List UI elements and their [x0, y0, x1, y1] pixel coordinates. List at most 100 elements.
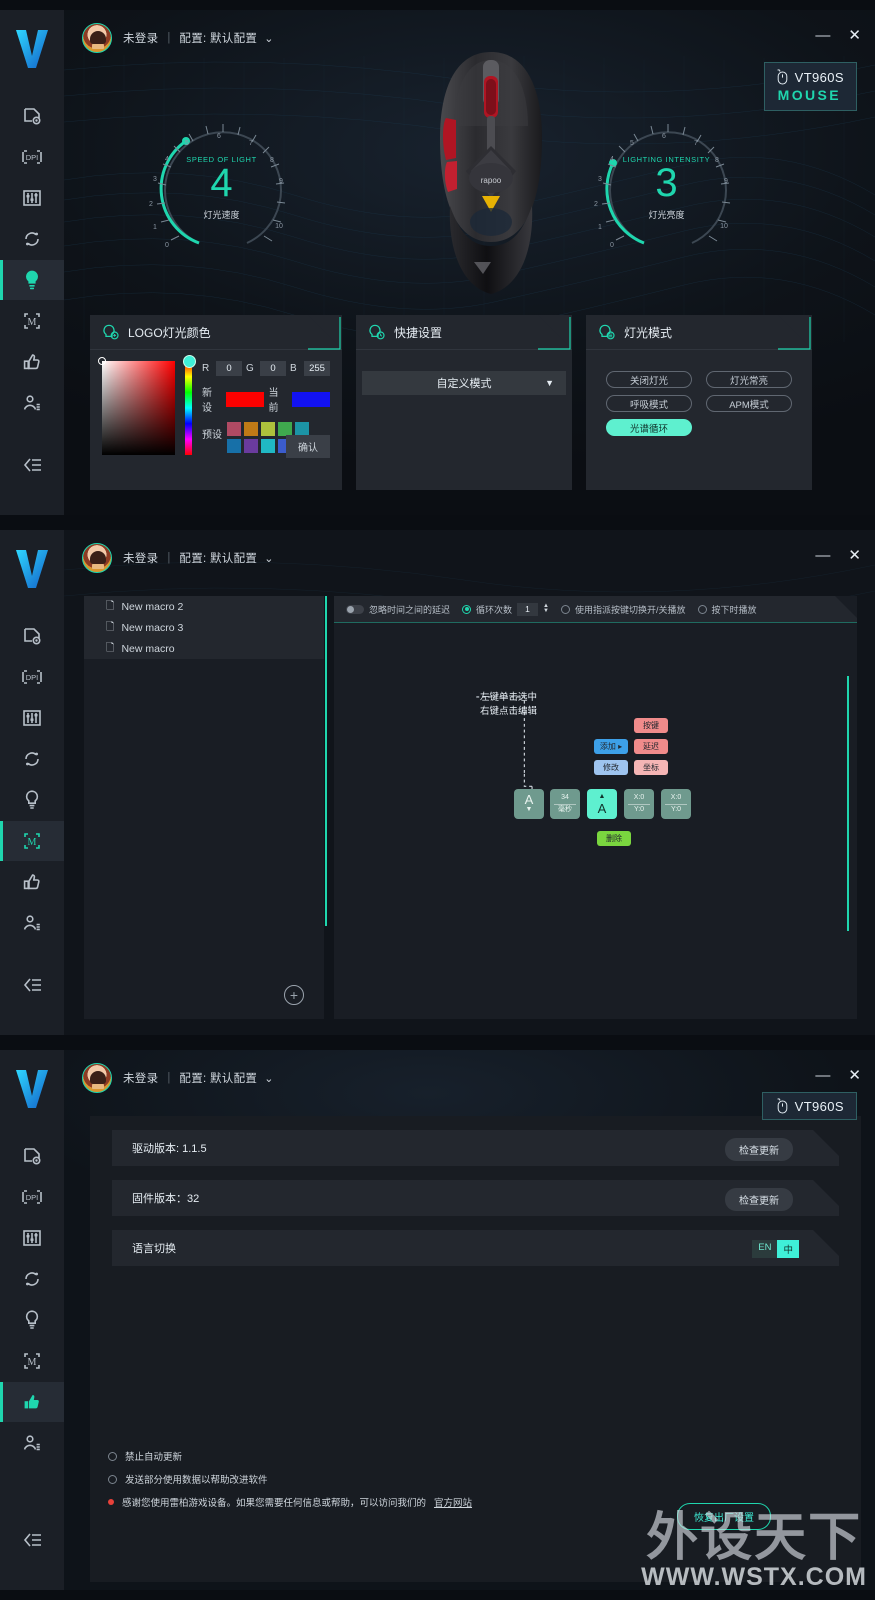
sidebar-item-mouse-settings[interactable]: [0, 96, 64, 136]
avatar[interactable]: [82, 543, 112, 573]
confirm-button[interactable]: 确认: [286, 435, 330, 458]
preset-swatch-7[interactable]: [261, 439, 275, 453]
restore-factory-settings-button[interactable]: 恢复出厂设置: [677, 1503, 771, 1530]
macro-list-item[interactable]: 🗋 New macro 3: [84, 617, 324, 638]
avatar[interactable]: [82, 1063, 112, 1093]
r-input[interactable]: 0: [216, 361, 242, 376]
language-en-button[interactable]: EN: [752, 1240, 777, 1258]
dial-speed-of-light[interactable]: 012 345 678 9 10 SPEED OF LIGHT 4 灯光速度: [139, 105, 304, 250]
language-cn-button[interactable]: 中: [777, 1240, 799, 1258]
sidebar-item-macro[interactable]: M: [0, 301, 64, 341]
sidebar-item-support[interactable]: [0, 1382, 64, 1422]
sidebar-item-profile[interactable]: [0, 1423, 64, 1463]
sidebar-item-collapse[interactable]: [0, 1520, 64, 1560]
edit-menu-item[interactable]: 修改: [594, 760, 628, 775]
sidebar-item-performance[interactable]: [0, 698, 64, 738]
add-macro-button[interactable]: +: [284, 985, 304, 1005]
sidebar-item-profile[interactable]: [0, 383, 64, 423]
coord1-x: X:0: [633, 793, 645, 801]
minimize-button[interactable]: —: [815, 1068, 830, 1083]
avatar[interactable]: [82, 23, 112, 53]
preset-swatch-3[interactable]: [278, 422, 292, 436]
delete-menu-item[interactable]: 删除: [597, 831, 631, 846]
light-mode-button-0[interactable]: 关闭灯光: [606, 371, 692, 388]
sidebar-item-macro[interactable]: M: [0, 1341, 64, 1381]
hue-handle[interactable]: [183, 355, 197, 368]
light-mode-button-2[interactable]: 呼吸模式: [606, 395, 692, 412]
chevron-down-icon[interactable]: ⌄: [264, 32, 273, 45]
dial-lighting-intensity[interactable]: 012 345 678 9 10 LIGHTING INTENSITY 3 灯光亮…: [584, 105, 749, 250]
close-button[interactable]: ✕: [848, 1068, 861, 1083]
sidebar-item-dpi[interactable]: DPI: [0, 137, 64, 177]
preset-swatch-6[interactable]: [244, 439, 258, 453]
hue-slider[interactable]: [183, 355, 197, 455]
close-button[interactable]: ✕: [848, 548, 861, 563]
sidebar-item-polling-rate[interactable]: [0, 219, 64, 259]
send-usage-data-radio[interactable]: [108, 1474, 117, 1484]
preset-swatch-0[interactable]: [227, 422, 241, 436]
sidebar-item-lighting[interactable]: [0, 780, 64, 820]
delay-menu-item[interactable]: 延迟: [634, 739, 668, 754]
minimize-button[interactable]: —: [815, 548, 830, 563]
preset-swatch-1[interactable]: [244, 422, 258, 436]
key-down-tile[interactable]: A ▼: [514, 789, 544, 819]
key-up-tile[interactable]: ▲ A: [587, 789, 617, 819]
sidebar-item-performance[interactable]: [0, 1218, 64, 1258]
profile-label[interactable]: 配置: 默认配置: [179, 1070, 257, 1086]
sidebar-item-support[interactable]: [0, 862, 64, 902]
device-badge[interactable]: VT960S: [761, 1092, 857, 1120]
sidebar-item-mouse-settings[interactable]: [0, 1136, 64, 1176]
preset-swatch-5[interactable]: [227, 439, 241, 453]
sidebar-item-macro[interactable]: M: [0, 821, 64, 861]
sidebar-item-performance[interactable]: [0, 178, 64, 218]
light-mode-button-1[interactable]: 灯光常亮: [706, 371, 792, 388]
add-menu-item[interactable]: 添加 ▸: [594, 739, 628, 754]
sidebar-item-lighting[interactable]: [0, 1300, 64, 1340]
sidebar-item-mouse-settings[interactable]: [0, 616, 64, 656]
sidebar-item-lighting[interactable]: [0, 260, 64, 300]
delay-tile[interactable]: 34 毫秒: [550, 789, 580, 819]
quick-mode-select[interactable]: 自定义模式 ▼: [362, 371, 566, 395]
g-input[interactable]: 0: [260, 361, 286, 376]
disable-auto-update-option[interactable]: 禁止自动更新: [108, 1449, 472, 1463]
driver-check-update-button[interactable]: 检查更新: [725, 1138, 793, 1161]
key-menu-item[interactable]: 按键: [634, 718, 668, 733]
minimize-button[interactable]: —: [815, 28, 830, 43]
sidebar-item-polling-rate[interactable]: [0, 739, 64, 779]
profile-label[interactable]: 配置: 默认配置: [179, 30, 257, 46]
sidebar-item-polling-rate[interactable]: [0, 1259, 64, 1299]
sidebar-item-profile[interactable]: [0, 903, 64, 943]
macro-list-item[interactable]: 🗋 New macro: [84, 638, 324, 659]
coord-menu-item[interactable]: 坐标: [634, 760, 668, 775]
sidebar-item-support[interactable]: [0, 342, 64, 382]
sidebar-item-dpi[interactable]: DPI: [0, 657, 64, 697]
sv-cursor[interactable]: [98, 357, 106, 365]
coord-tile-1[interactable]: X:0 Y:0: [624, 789, 654, 819]
macro-window: DPI M 未登录 | 配置: 默认配置 ⌄ — ✕ 🗋 New macro 2…: [0, 530, 875, 1035]
chevron-down-icon[interactable]: ⌄: [264, 552, 273, 565]
preset-swatch-2[interactable]: [261, 422, 275, 436]
sidebar-item-collapse[interactable]: [0, 965, 64, 1005]
disable-auto-update-radio[interactable]: [108, 1451, 117, 1461]
send-usage-data-label: 发送部分使用数据以帮助改进软件: [125, 1475, 268, 1486]
current-color-swatch[interactable]: [292, 391, 330, 407]
sidebar-item-dpi[interactable]: DPI: [0, 1177, 64, 1217]
panel-title: LOGO灯光颜色: [128, 325, 211, 340]
send-usage-data-option[interactable]: 发送部分使用数据以帮助改进软件: [108, 1472, 472, 1486]
saturation-value-field[interactable]: [98, 357, 176, 455]
device-badge[interactable]: VT960S MOUSE: [763, 62, 857, 111]
b-input[interactable]: 255: [304, 361, 330, 376]
coord-tile-2[interactable]: X:0 Y:0: [661, 789, 691, 819]
light-mode-button-3[interactable]: APM模式: [706, 395, 792, 412]
sidebar-item-collapse[interactable]: [0, 445, 64, 485]
chevron-down-icon[interactable]: ⌄: [264, 1072, 273, 1085]
macro-list-item[interactable]: 🗋 New macro 2: [84, 596, 324, 617]
preset-swatch-4[interactable]: [295, 422, 309, 436]
new-color-swatch[interactable]: [225, 391, 264, 407]
official-website-link[interactable]: 官方网站: [434, 1495, 472, 1509]
close-button[interactable]: ✕: [848, 28, 861, 43]
firmware-check-update-button[interactable]: 检查更新: [725, 1188, 793, 1211]
topbar-separator: |: [167, 32, 171, 44]
light-mode-button-4[interactable]: 光谱循环: [606, 419, 692, 436]
profile-label[interactable]: 配置: 默认配置: [179, 550, 257, 566]
